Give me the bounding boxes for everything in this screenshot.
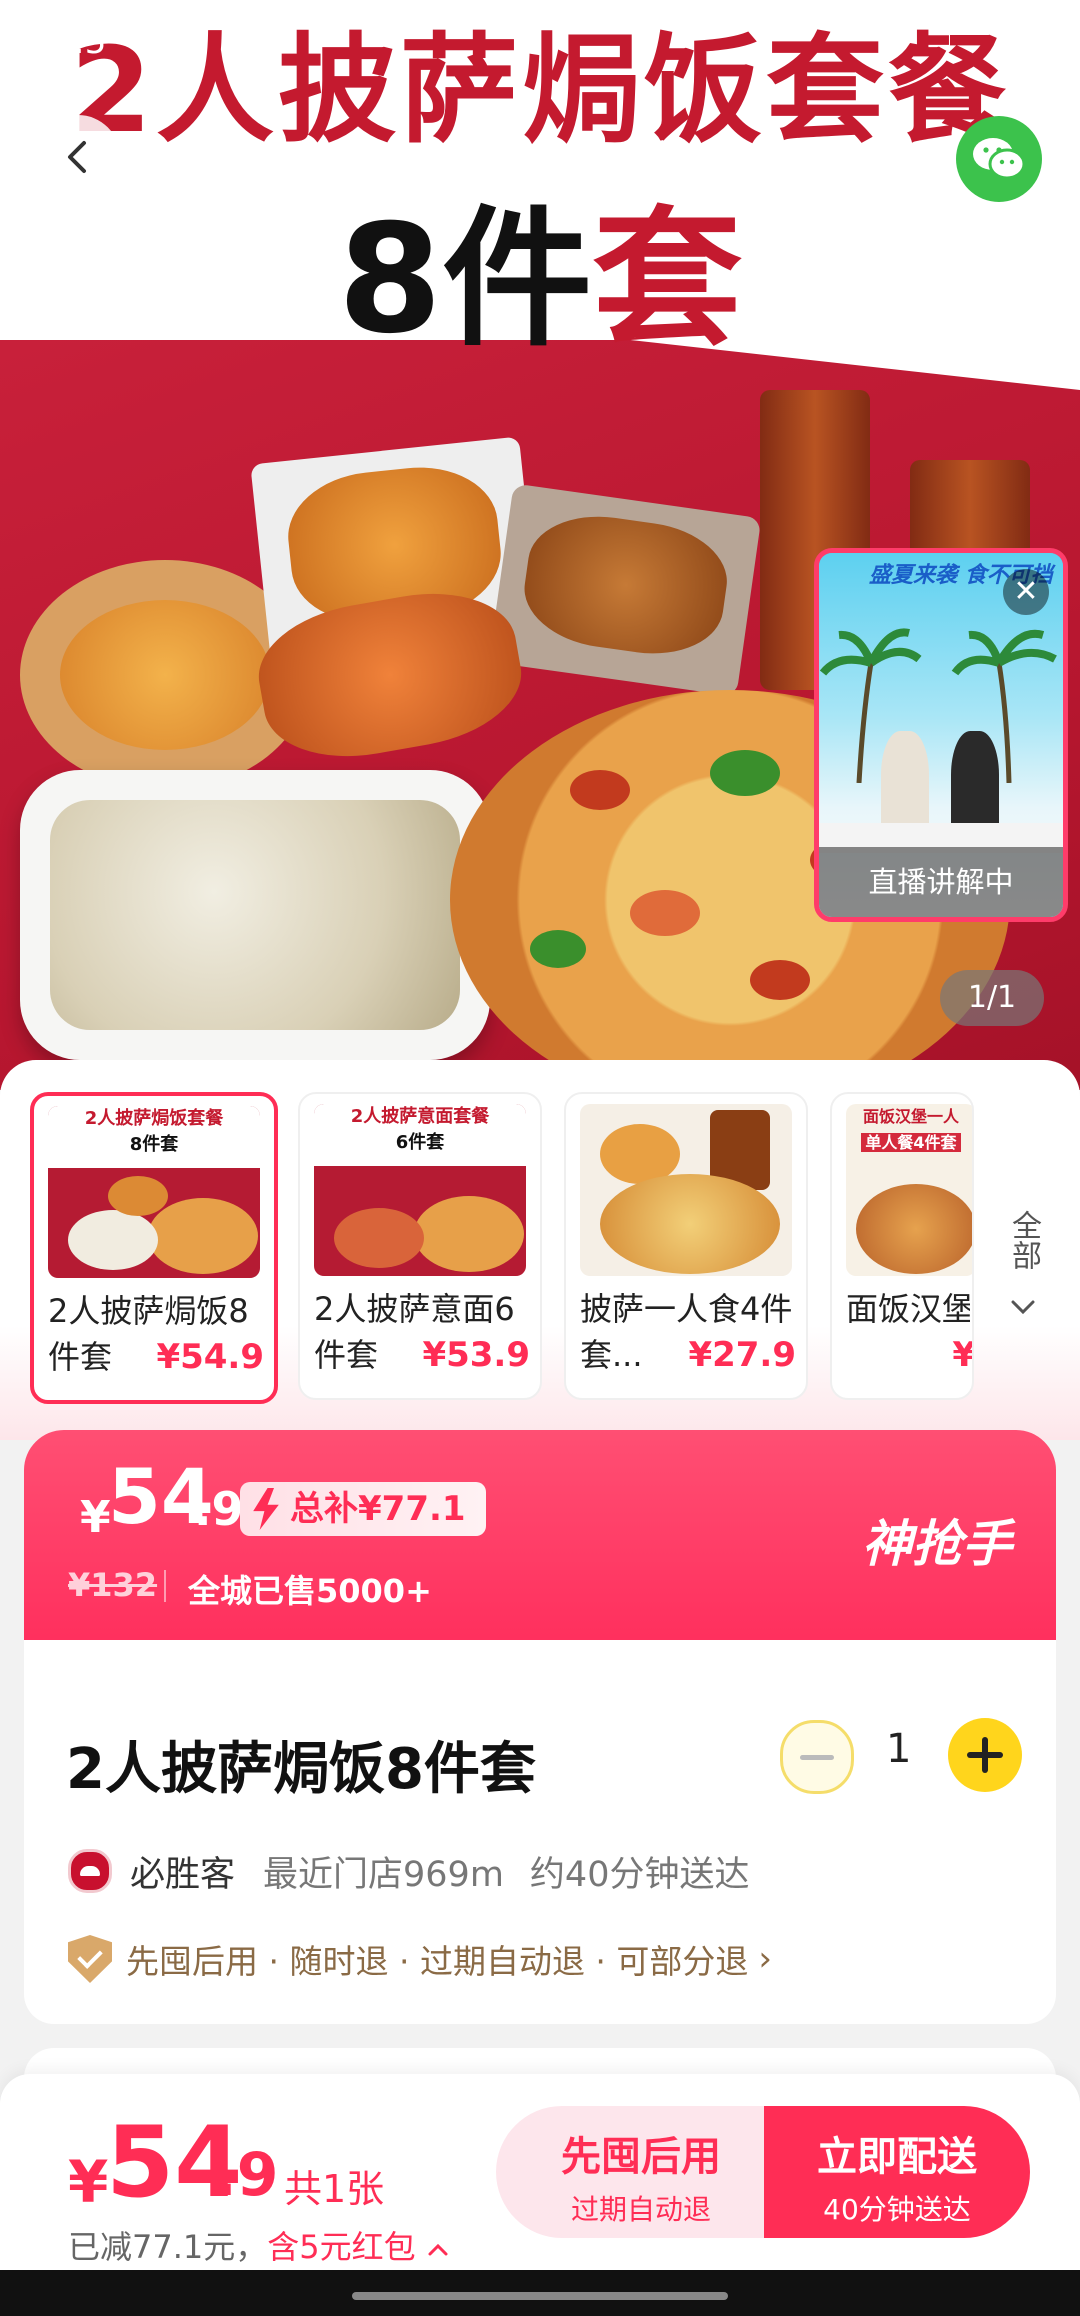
store-distance: 最近门店969m xyxy=(263,1854,504,1895)
subsidy-badge: 总补¥77.1 xyxy=(240,1482,486,1536)
package-card[interactable]: 面饭汉堡一人单人餐4件套 面饭汉堡一人食4件... ¥ xyxy=(830,1092,974,1400)
package-price: ¥27.9 xyxy=(688,1335,796,1375)
chevron-up-icon xyxy=(428,2243,448,2256)
quantity-decrease-button[interactable] xyxy=(780,1720,854,1794)
product-info-card: 2人披萨焗饭8件套 1 必胜客 最近门店969m 约40分钟送达 先囤后用 · … xyxy=(24,1640,1056,2024)
image-pager: 1/1 xyxy=(940,970,1044,1026)
minus-icon xyxy=(800,1754,834,1760)
wechat-share-button[interactable] xyxy=(956,116,1042,202)
all-packages-button[interactable]: 全部 xyxy=(998,1210,1048,1330)
savings-detail[interactable]: 已减77.1元，含5元红包 xyxy=(68,2222,450,2268)
back-button[interactable] xyxy=(36,115,120,199)
live-stream-window[interactable]: 盛夏来袭 食不可挡 ✕ 直播讲解中 xyxy=(814,548,1068,922)
sold-count: 全城已售5000+ xyxy=(188,1572,432,1610)
package-card[interactable]: 2人披萨意面套餐 6件套 2人披萨意面6件套 ¥53.9 xyxy=(298,1092,542,1400)
package-selector: 2人披萨焗饭套餐 8件套 2人披萨焗饭8件套 ¥54.9 2人披萨意面套餐 6件套 … xyxy=(0,1060,1080,1440)
original-price: ¥132 xyxy=(68,1566,158,1604)
quantity-value: 1 xyxy=(886,1726,912,1772)
total-count: 共1张 xyxy=(284,2167,385,2211)
package-image xyxy=(580,1104,792,1276)
package-price: ¥54.9 xyxy=(156,1337,264,1377)
store-row[interactable]: 必胜客 最近门店969m 约40分钟送达 xyxy=(68,1846,749,1896)
wings-tray xyxy=(488,483,762,697)
package-name: 面饭汉堡一人食4件... xyxy=(846,1290,970,1328)
total-currency: ¥ xyxy=(68,2148,109,2216)
quantity-increase-button[interactable] xyxy=(948,1718,1022,1792)
delivery-time: 约40分钟送达 xyxy=(529,1854,750,1895)
shield-check-icon xyxy=(68,1935,112,1983)
price-decimal: .9 xyxy=(194,1482,244,1536)
palm-trees-icon xyxy=(819,628,1057,783)
package-price: ¥53.9 xyxy=(422,1335,530,1375)
chevron-left-icon xyxy=(68,141,86,173)
chevron-down-icon xyxy=(1011,1300,1035,1315)
bottom-checkout-bar: ¥ 54 .9 共1张 已减77.1元，含5元红包 先囤后用 过期自动退 立即配… xyxy=(0,2074,1080,2270)
price-currency: ¥ xyxy=(80,1492,111,1543)
brand-logo: 神抢手 xyxy=(862,1515,1012,1573)
buy-now-use-later-button[interactable]: 先囤后用 过期自动退 xyxy=(496,2106,786,2238)
hero-subtitle: 8件套 xyxy=(337,193,743,367)
price-banner: ¥ 54 .9 总补¥77.1 ¥132 全城已售5000+ 神抢手 xyxy=(24,1430,1056,1645)
wechat-icon xyxy=(973,138,1026,180)
package-image: 面饭汉堡一人 单人餐4件套 xyxy=(846,1104,972,1276)
hero-title: 2人披萨焗饭套餐 xyxy=(69,21,1011,159)
total-decimal: .9 xyxy=(214,2140,279,2210)
guarantee-row[interactable]: 先囤后用 · 随时退 · 过期自动退 · 可部分退 › xyxy=(68,1934,772,1984)
product-title: 2人披萨焗饭8件套 xyxy=(66,1737,536,1802)
deliver-now-button[interactable]: 立即配送 40分钟送达 xyxy=(764,2106,1030,2238)
chevron-right-icon: › xyxy=(758,1939,773,1979)
package-card[interactable]: 2人披萨焗饭套餐 8件套 2人披萨焗饭8件套 ¥54.9 xyxy=(30,1092,278,1404)
store-name: 必胜客 xyxy=(130,1854,236,1895)
lightning-icon xyxy=(253,1488,279,1530)
pizza-hut-logo-icon xyxy=(68,1849,112,1893)
package-image: 2人披萨意面套餐 6件套 xyxy=(314,1104,526,1276)
home-indicator[interactable] xyxy=(352,2292,728,2300)
package-image: 2人披萨焗饭套餐 8件套 xyxy=(48,1106,260,1278)
hero-image: 2人披萨焗饭套餐 8件套 10:5 盛夏来袭 食不可挡 ✕ 直播讲解中 1/1 xyxy=(0,0,1080,1090)
package-price: ¥ xyxy=(952,1335,974,1375)
status-time: 10:5 xyxy=(30,22,107,62)
live-caption: 直播讲解中 xyxy=(819,847,1063,917)
package-card[interactable]: 披萨一人食4件套... ¥27.9 xyxy=(564,1092,808,1400)
guarantee-text: 先囤后用 · 随时退 · 过期自动退 · 可部分退 xyxy=(126,1942,749,1981)
baked-rice-dish xyxy=(20,770,490,1060)
close-icon[interactable]: ✕ xyxy=(1003,569,1049,615)
